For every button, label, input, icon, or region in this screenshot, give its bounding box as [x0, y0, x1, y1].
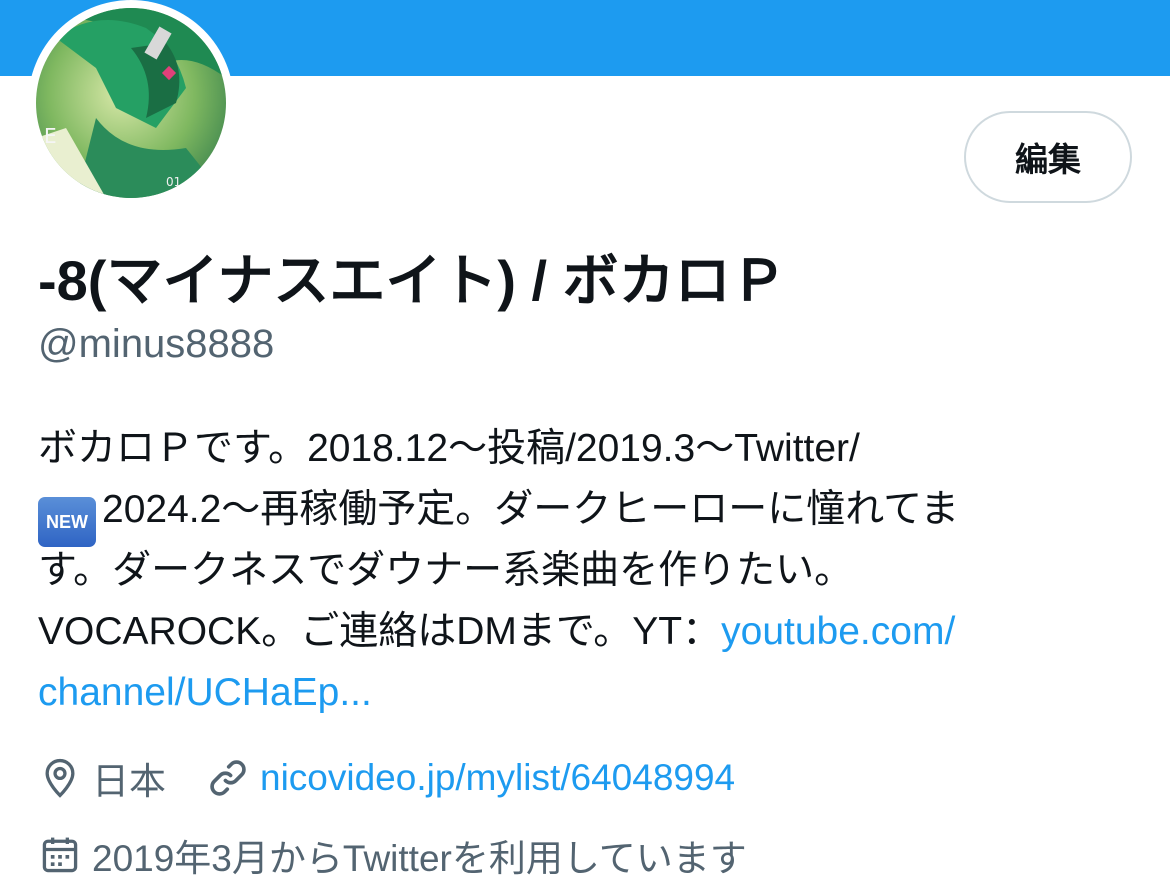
avatar[interactable]: E 01	[28, 0, 234, 206]
avatar-image: E 01	[36, 8, 226, 198]
youtube-link[interactable]: youtube.com/	[721, 610, 955, 653]
bio-line-2: NEW 2024.2～再稼働予定。ダークヒーローに憧れてま	[38, 479, 1118, 547]
svg-text:E: E	[44, 124, 57, 148]
link-icon	[206, 756, 250, 800]
calendar-icon	[38, 833, 82, 877]
bio-line-4-text: VOCAROCK。ご連絡はDMまで。YT：	[38, 610, 722, 653]
bio-line-5: channel/UCHaEp...	[38, 662, 1118, 723]
website-link[interactable]: nicovideo.jp/mylist/64048994	[260, 757, 735, 799]
location-pin-icon	[38, 756, 82, 800]
edit-profile-button[interactable]: 編集	[964, 111, 1132, 203]
bio-line-2-text: 2024.2～再稼働予定。ダークヒーローに憧れてま	[102, 488, 960, 531]
profile-bio: ボカロＰです。2018.12～投稿/2019.3～Twitter/ NEW 202…	[38, 418, 1118, 723]
joined-date-text: 2019年3月からTwitterを利用しています	[92, 838, 747, 879]
profile-meta-row: 日本 nicovideo.jp/mylist/64048994	[38, 751, 735, 805]
bio-line-1: ボカロＰです。2018.12～投稿/2019.3～Twitter/	[38, 427, 860, 470]
display-name: -8(マイナスエイト) / ボカロＰ	[38, 249, 787, 312]
bio-line-4: VOCAROCK。ご連絡はDMまで。YT：youtube.com/	[38, 601, 1118, 662]
bio-line-3: す。ダークネスでダウナー系楽曲を作りたい。	[38, 549, 854, 592]
profile-joined-row: 2019年3月からTwitterを利用しています	[38, 828, 747, 882]
location-text: 日本	[92, 761, 166, 802]
youtube-link-continued[interactable]: channel/UCHaEp...	[38, 671, 372, 714]
svg-text:01: 01	[166, 175, 181, 189]
user-handle: @minus8888	[38, 322, 275, 366]
profile-page: E 01 編集 -8(マイナスエイト) / ボカロＰ @minus8888 ボカ…	[0, 0, 1170, 883]
